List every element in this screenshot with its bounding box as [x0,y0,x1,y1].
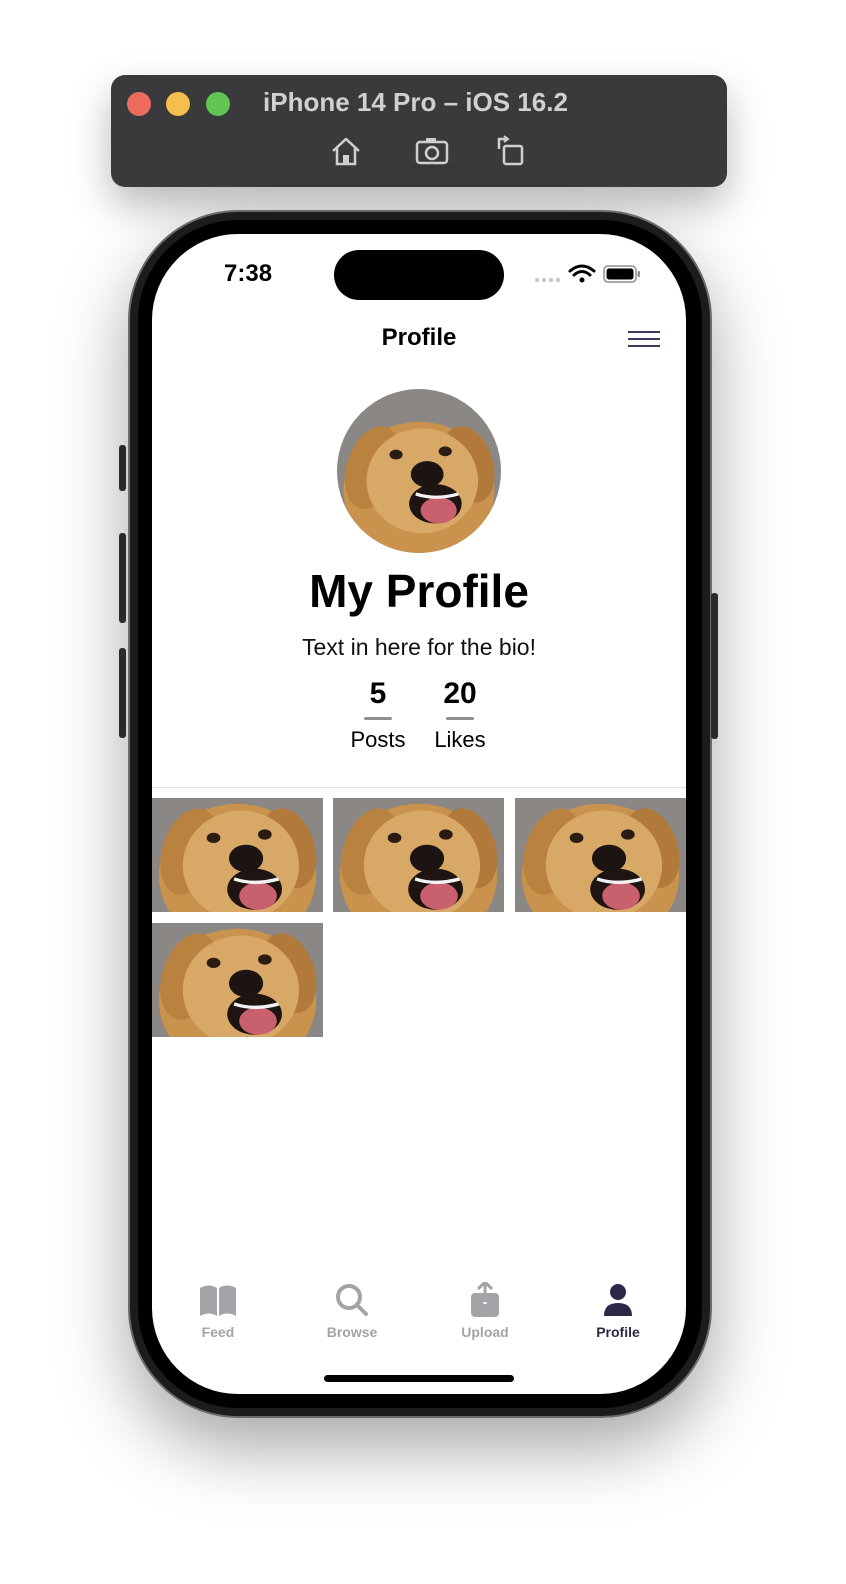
app-screen: 7:38 Profile My Profile Text in here for… [152,234,686,1394]
post-thumbnail[interactable] [152,923,323,1037]
zoom-window-button[interactable] [206,92,230,116]
volume-up-button [119,533,126,623]
dog-photo [152,923,323,1037]
close-window-button[interactable] [127,92,151,116]
likes-divider [446,717,474,720]
page-title: Profile [381,324,457,351]
simulator-title: iPhone 14 Pro – iOS 16.2 [263,87,568,117]
wifi-icon [568,264,596,283]
minimize-window-button[interactable] [166,92,190,116]
tab-browse-label: Browse [326,1324,378,1340]
likes-label: Likes [434,727,486,752]
status-time: 7:38 [224,260,273,287]
hamburger-menu-icon[interactable] [628,328,660,350]
tab-upload-label: Upload [461,1324,509,1340]
tab-profile-label: Profile [596,1324,640,1340]
action-button [119,445,126,491]
likes-count: 20 [443,677,477,710]
simulator-toolbar: iPhone 14 Pro – iOS 16.2 [111,75,727,187]
posts-divider [364,717,392,720]
post-thumbnail[interactable] [152,798,323,912]
tab-browse[interactable]: Browse [292,1282,412,1340]
volume-down-button [119,648,126,738]
search-icon [336,1284,368,1316]
rotate-icon[interactable] [493,133,529,169]
likes-stat[interactable]: 20 Likes [410,674,510,754]
book-icon [200,1285,236,1316]
battery-icon [603,265,640,283]
dog-photo [152,798,323,912]
profile-name: My Profile [309,565,529,617]
avatar[interactable] [337,389,501,553]
home-icon[interactable] [328,133,364,169]
dog-photo [333,798,504,912]
dog-photo [515,798,686,912]
tab-feed-label: Feed [201,1324,235,1340]
home-indicator[interactable] [324,1375,514,1382]
tab-upload[interactable]: Upload [425,1282,545,1340]
post-thumbnail[interactable] [333,798,504,912]
profile-bio: Text in here for the bio! [302,634,536,660]
screenshot-icon[interactable] [414,133,450,169]
dog-avatar-image [337,389,501,553]
section-divider [152,787,686,788]
tab-bar: Feed Browse Upload Profile [152,1282,686,1352]
post-thumbnail[interactable] [515,798,686,912]
tab-feed[interactable]: Feed [158,1282,278,1340]
upload-icon [471,1282,499,1317]
dynamic-island [334,250,504,300]
tab-profile[interactable]: Profile [558,1282,678,1340]
status-icons [534,264,640,283]
power-button [711,593,718,739]
cellular-dots-icon [534,277,561,283]
person-icon [604,1284,632,1316]
